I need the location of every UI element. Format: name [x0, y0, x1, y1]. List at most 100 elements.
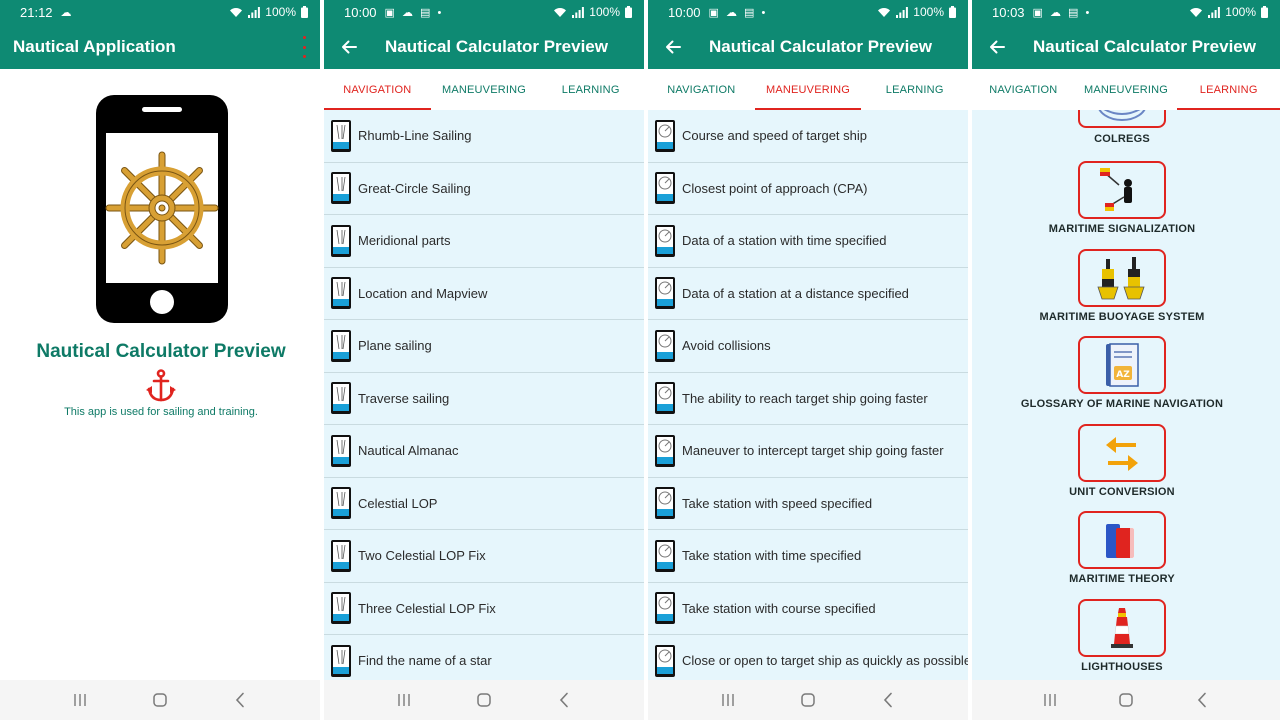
list-item[interactable]: Great-Circle Sailing — [324, 162, 644, 215]
learning-label: UNIT CONVERSION — [1069, 486, 1175, 498]
list-item[interactable]: The ability to reach target ship going f… — [648, 372, 968, 425]
list-item-label: Celestial LOP — [358, 495, 438, 511]
list-item[interactable]: Three Celestial LOP Fix — [324, 582, 644, 635]
status-time: 10:03 — [992, 4, 1025, 20]
home-icon[interactable] — [474, 690, 494, 710]
list-item[interactable]: Take station with speed specified — [648, 477, 968, 530]
lighthouse-icon — [1078, 599, 1166, 657]
list-item-label: Find the name of a star — [358, 653, 492, 669]
back-icon[interactable] — [554, 690, 574, 710]
tab-bar: NAVIGATION MANEUVERING LEARNING — [972, 69, 1280, 110]
status-time: 10:00 — [668, 4, 701, 20]
home-icon[interactable] — [150, 690, 170, 710]
signal-flags-icon — [1078, 161, 1166, 219]
back-arrow-icon[interactable] — [338, 36, 360, 58]
learning-label: LIGHTHOUSES — [1081, 661, 1163, 673]
recent-apps-icon[interactable] — [718, 690, 738, 710]
back-icon[interactable] — [1192, 690, 1212, 710]
learning-item-unit-conversion[interactable]: UNIT CONVERSION — [972, 424, 1280, 512]
learning-screen: 10:03 ▣ ☁ ▤ • 100% Nautical Calculator P… — [972, 0, 1280, 720]
list-item[interactable]: Rhumb-Line Sailing — [324, 110, 644, 163]
conversion-arrows-icon — [1078, 424, 1166, 482]
home-icon[interactable] — [798, 690, 818, 710]
list-item[interactable]: Meridional parts — [324, 215, 644, 268]
app-bar: Nautical Calculator Preview — [648, 24, 968, 69]
list-item[interactable]: Take station with course specified — [648, 582, 968, 635]
radar-card-icon — [655, 434, 675, 467]
learning-item-colregs[interactable]: COLREGS — [972, 110, 1280, 158]
list-item[interactable]: Close or open to target ship as quickly … — [648, 635, 968, 680]
home-content: Nautical Calculator Preview This app is … — [0, 69, 320, 680]
wifi-icon — [230, 7, 243, 17]
tab-navigation[interactable]: NAVIGATION — [648, 69, 755, 110]
back-icon[interactable] — [878, 690, 898, 710]
list-item-label: Great-Circle Sailing — [358, 180, 471, 196]
list-item[interactable]: Location and Mapview — [324, 267, 644, 320]
list-item[interactable]: Avoid collisions — [648, 320, 968, 373]
signal-icon — [248, 6, 261, 18]
radar-card-icon — [655, 382, 675, 415]
radar-card-icon — [655, 224, 675, 257]
tab-learning[interactable]: LEARNING — [861, 69, 968, 110]
list-item[interactable]: Data of a station with time specified — [648, 215, 968, 268]
chart-card-icon — [331, 277, 351, 310]
back-arrow-icon[interactable] — [986, 36, 1008, 58]
overflow-menu-icon[interactable] — [298, 36, 310, 58]
list-item[interactable]: Traverse sailing — [324, 372, 644, 425]
list-item-label: Data of a station with time specified — [682, 233, 887, 249]
status-time: 21:12 — [20, 4, 53, 20]
list-item[interactable]: Find the name of a star — [324, 635, 644, 680]
battery-icon — [1261, 6, 1268, 18]
list-item[interactable]: Closest point of approach (CPA) — [648, 162, 968, 215]
back-icon[interactable] — [230, 690, 250, 710]
chart-card-icon — [331, 224, 351, 257]
wifi-icon — [554, 7, 567, 17]
list-item-label: Take station with speed specified — [682, 495, 873, 511]
list-item[interactable]: Data of a station at a distance specifie… — [648, 267, 968, 320]
list-item[interactable]: Plane sailing — [324, 320, 644, 373]
tab-navigation[interactable]: NAVIGATION — [972, 69, 1075, 110]
books-icon — [1078, 511, 1166, 569]
list-item[interactable]: Maneuver to intercept target ship going … — [648, 425, 968, 478]
tab-maneuvering[interactable]: MANEUVERING — [754, 69, 862, 110]
radar-card-icon — [655, 644, 675, 677]
tab-maneuvering[interactable]: MANEUVERING — [431, 69, 538, 110]
recent-apps-icon[interactable] — [394, 690, 414, 710]
app-bar-title: Nautical Calculator Preview — [385, 36, 608, 56]
learning-item-lighthouses[interactable]: LIGHTHOUSES — [972, 599, 1280, 680]
tab-bar: NAVIGATION MANEUVERING LEARNING — [648, 69, 968, 110]
learning-item-glossary[interactable]: AZ GLOSSARY OF MARINE NAVIGATION — [972, 336, 1280, 424]
battery-percent: 100% — [1225, 5, 1256, 19]
app-name-heading: Nautical Calculator Preview — [36, 341, 286, 362]
home-screen: 21:12 ☁ 100% Nautical Application Nautic… — [0, 0, 320, 720]
recent-apps-icon[interactable] — [70, 690, 90, 710]
tab-learning[interactable]: LEARNING — [537, 69, 644, 110]
list-item[interactable]: Two Celestial LOP Fix — [324, 530, 644, 583]
learning-label: GLOSSARY OF MARINE NAVIGATION — [1020, 398, 1224, 410]
learning-item-maritime-signalization[interactable]: MARITIME SIGNALIZATION — [972, 161, 1280, 249]
app-bar-title: Nautical Calculator Preview — [709, 36, 932, 56]
list-item[interactable]: Nautical Almanac — [324, 425, 644, 478]
recent-apps-icon[interactable] — [1040, 690, 1060, 710]
tab-maneuvering[interactable]: MANEUVERING — [1075, 69, 1178, 110]
wifi-icon — [1190, 7, 1203, 17]
list-item[interactable]: Course and speed of target ship — [648, 110, 968, 163]
radar-card-icon — [655, 487, 675, 520]
battery-percent: 100% — [589, 5, 620, 19]
learning-label: MARITIME BUOYAGE SYSTEM — [1039, 311, 1205, 323]
list-item-label: Three Celestial LOP Fix — [358, 600, 496, 616]
home-icon[interactable] — [1116, 690, 1136, 710]
back-arrow-icon[interactable] — [662, 36, 684, 58]
list-item[interactable]: Take station with time specified — [648, 530, 968, 583]
status-bar: 21:12 ☁ 100% — [0, 0, 320, 24]
app-bar: Nautical Calculator Preview — [972, 24, 1280, 69]
system-nav-bar — [648, 680, 968, 720]
list-item-label: Plane sailing — [358, 338, 432, 354]
learning-item-maritime-buoyage-system[interactable]: MARITIME BUOYAGE SYSTEM — [972, 249, 1280, 337]
status-bar: 10:03 ▣ ☁ ▤ • 100% — [972, 0, 1280, 24]
tab-learning[interactable]: LEARNING — [1177, 69, 1280, 110]
learning-item-maritime-theory[interactable]: MARITIME THEORY — [972, 511, 1280, 599]
tab-navigation[interactable]: NAVIGATION — [324, 69, 431, 110]
notification-icons: ▣ ☁ ▤ • — [384, 6, 444, 19]
list-item[interactable]: Celestial LOP — [324, 477, 644, 530]
